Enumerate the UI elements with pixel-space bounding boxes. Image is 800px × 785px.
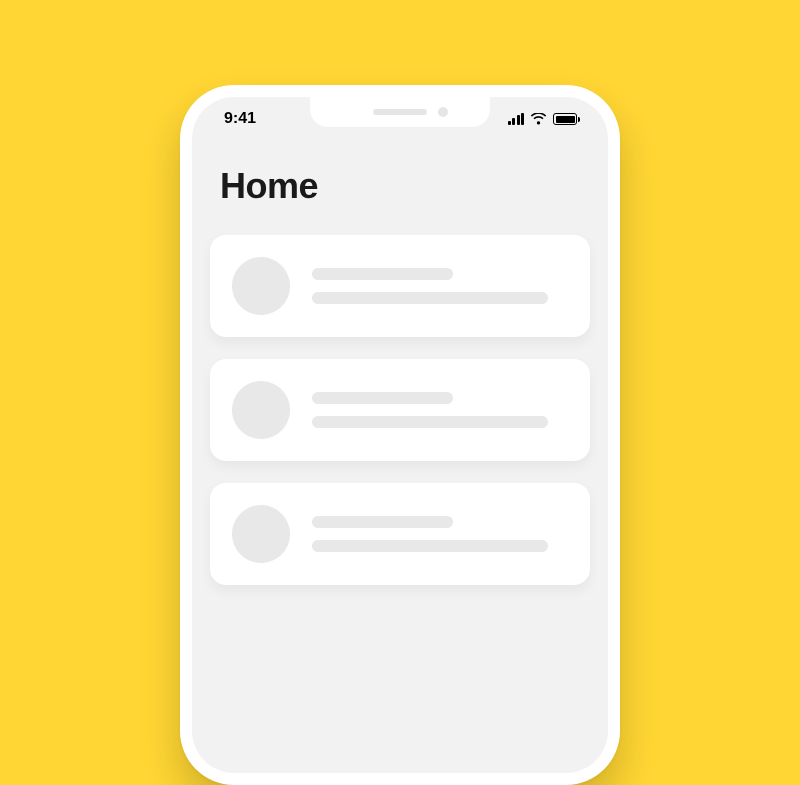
speaker-grill	[373, 109, 427, 115]
avatar-placeholder	[232, 381, 290, 439]
avatar-placeholder	[232, 257, 290, 315]
list-item[interactable]	[210, 235, 590, 337]
subtitle-skeleton	[312, 416, 548, 428]
battery-icon	[553, 113, 580, 125]
text-placeholder	[312, 268, 568, 304]
notch	[310, 97, 490, 127]
avatar-placeholder	[232, 505, 290, 563]
page-title: Home	[220, 165, 580, 207]
front-camera	[438, 107, 448, 117]
subtitle-skeleton	[312, 540, 548, 552]
phone-screen: 9:41 Home	[192, 97, 608, 773]
cellular-signal-icon	[508, 113, 525, 125]
title-skeleton	[312, 392, 453, 404]
list-item[interactable]	[210, 359, 590, 461]
card-list[interactable]	[192, 235, 608, 585]
text-placeholder	[312, 516, 568, 552]
wifi-icon	[530, 113, 547, 125]
title-skeleton	[312, 516, 453, 528]
phone-frame: 9:41 Home	[180, 85, 620, 785]
status-time: 9:41	[224, 110, 256, 128]
title-skeleton	[312, 268, 453, 280]
subtitle-skeleton	[312, 292, 548, 304]
header: Home	[192, 141, 608, 235]
status-icons	[508, 113, 581, 125]
list-item[interactable]	[210, 483, 590, 585]
text-placeholder	[312, 392, 568, 428]
